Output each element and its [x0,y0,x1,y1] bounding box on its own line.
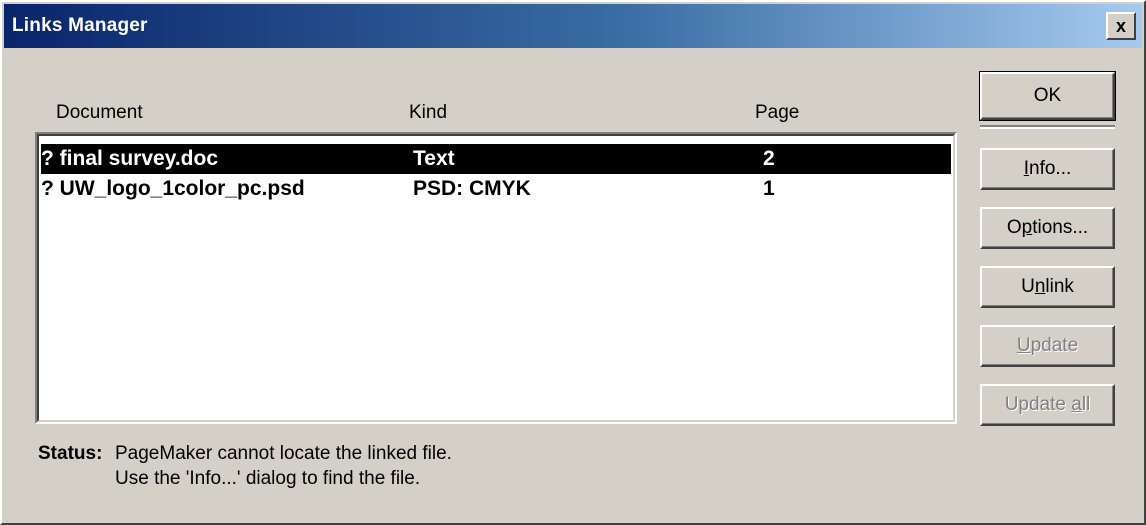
status-message-line2: Use the 'Info...' dialog to find the fil… [115,468,421,489]
close-button[interactable]: x [1106,12,1136,40]
links-list[interactable]: ? final survey.doc Text 2 ? UW_logo_1col… [35,132,957,424]
column-header-kind[interactable]: Kind [409,102,447,124]
links-manager-dialog: Links Manager x Document Kind Page ? fin… [0,0,1146,525]
info-button[interactable]: Info... [980,148,1115,190]
ok-button[interactable]: OK [979,71,1116,121]
list-item-page: 2 [763,147,775,170]
ok-button-label: OK [1033,85,1062,106]
close-icon: x [1115,15,1126,36]
options-button-label: Options... [1006,217,1089,238]
list-item[interactable]: ? final survey.doc Text 2 [41,144,951,174]
update-all-button-label: Update all [1004,394,1091,415]
unlink-button[interactable]: Unlink [980,266,1115,308]
list-item-document: ? UW_logo_1color_pc.psd [41,177,305,200]
list-item-kind: Text [413,147,455,170]
button-separator [980,125,1115,129]
unlink-button-label: Unlink [1021,276,1074,297]
status-message-line1: PageMaker cannot locate the linked file. [115,443,452,464]
list-item-kind: PSD: CMYK [413,177,531,200]
list-item[interactable]: ? UW_logo_1color_pc.psd PSD: CMYK 1 [41,174,951,204]
title-bar[interactable]: Links Manager x [4,4,1142,48]
list-item-page: 1 [763,177,775,200]
update-button[interactable]: Update [980,325,1115,367]
status-label: Status: [38,443,103,464]
info-button-label: Info... [1023,158,1072,179]
update-button-label: Update [1016,335,1079,356]
list-item-document: ? final survey.doc [41,147,218,170]
options-button[interactable]: Options... [980,207,1115,249]
links-list-frame: ? final survey.doc Text 2 ? UW_logo_1col… [37,134,955,422]
update-all-button[interactable]: Update all [980,384,1115,426]
column-header-page[interactable]: Page [755,102,799,124]
window-title: Links Manager [12,15,148,36]
column-header-document[interactable]: Document [56,102,143,124]
